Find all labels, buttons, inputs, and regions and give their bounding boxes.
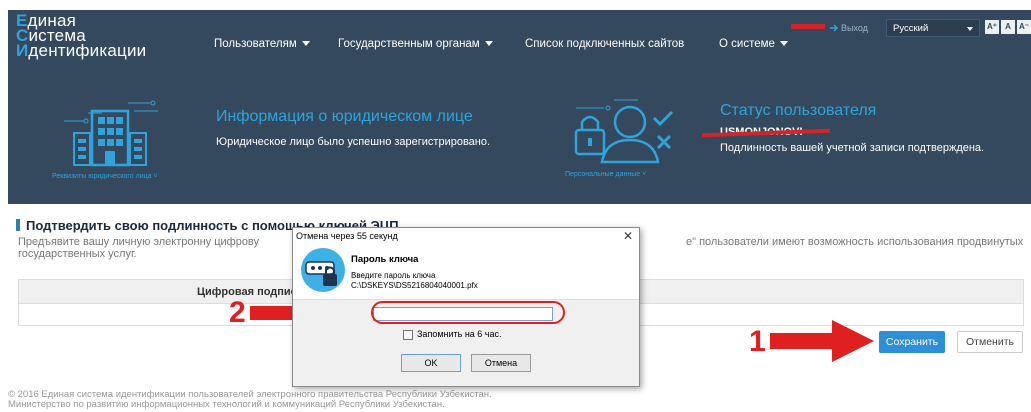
- company-info-title: Информация о юридическом лице: [216, 108, 473, 125]
- top-header: Единая Система Идентификации Пользовател…: [8, 10, 1031, 68]
- dialog-titlebar[interactable]: Отмена через 55 секунд ✕: [293, 228, 639, 244]
- user-lock-icon[interactable]: [554, 90, 684, 170]
- chevron-down-icon: ˅: [640, 171, 647, 178]
- key-password-icon: [301, 248, 345, 292]
- language-select[interactable]: Русский: [886, 19, 980, 37]
- font-normal-button[interactable]: A: [1001, 20, 1015, 34]
- page: Единая Система Идентификации Пользовател…: [8, 10, 1031, 410]
- exit-icon: [830, 24, 839, 32]
- font-increase-button[interactable]: A⁺: [985, 20, 999, 34]
- redacted-username: [791, 24, 825, 29]
- key-file-path: C:\DSKEYS\DS5216804040001.pfx: [351, 281, 478, 290]
- company-details-link[interactable]: Реквизиты юридического лица ˅: [52, 173, 158, 180]
- profile-banner: Реквизиты юридического лица ˅ Информация…: [8, 68, 1031, 204]
- ok-button[interactable]: OK: [401, 354, 461, 372]
- nav-users[interactable]: Пользователям: [214, 38, 310, 50]
- section-marker: [16, 219, 20, 231]
- step-1-label: 1: [749, 325, 766, 358]
- dialog-info-panel: Пароль ключа Введите пароль ключа C:\DSK…: [293, 244, 639, 300]
- close-icon[interactable]: ✕: [623, 229, 633, 243]
- arrow-right-icon: [770, 320, 874, 362]
- nav-government[interactable]: Государственным органам: [338, 38, 493, 50]
- personal-data-link[interactable]: Персональные данные ˅: [565, 171, 646, 178]
- step-2-label: 2: [229, 296, 246, 329]
- logo-line-3: Идентификации: [16, 41, 147, 60]
- font-decrease-button[interactable]: A⁻: [1017, 20, 1031, 34]
- user-status-title: Статус пользователя: [720, 102, 877, 119]
- dialog-subtitle: Введите пароль ключа: [351, 271, 436, 280]
- nav-about[interactable]: О системе: [719, 38, 788, 50]
- save-button[interactable]: Сохранить: [879, 331, 945, 353]
- footer: © 2016 Единая система идентификации поль…: [8, 389, 492, 410]
- site-logo[interactable]: Единая Система Идентификации: [16, 12, 147, 60]
- cancel-button[interactable]: Отменить: [957, 331, 1023, 353]
- chevron-down-icon: [779, 41, 788, 47]
- company-info-text: Юридическое лицо было успешно зарегистри…: [216, 136, 491, 148]
- dialog-cancel-button[interactable]: Отмена: [471, 354, 531, 372]
- user-status-text: Подлинность вашей учетной записи подтвер…: [720, 142, 985, 154]
- remember-label: Запомнить на 6 час.: [417, 329, 502, 339]
- dialog-title: Отмена через 55 секунд: [296, 231, 398, 241]
- dialog-heading: Пароль ключа: [351, 254, 419, 265]
- chevron-down-icon: [967, 27, 973, 31]
- chevron-down-icon: [301, 41, 310, 47]
- building-icon[interactable]: [58, 93, 166, 171]
- nav-connected-sites[interactable]: Список подключенных сайтов: [525, 38, 684, 50]
- exit-link[interactable]: Выход: [830, 23, 868, 33]
- chevron-down-icon: ˅: [151, 173, 158, 180]
- highlight-oval: [371, 301, 565, 324]
- chevron-down-icon: [484, 41, 493, 47]
- remember-checkbox[interactable]: [403, 330, 413, 340]
